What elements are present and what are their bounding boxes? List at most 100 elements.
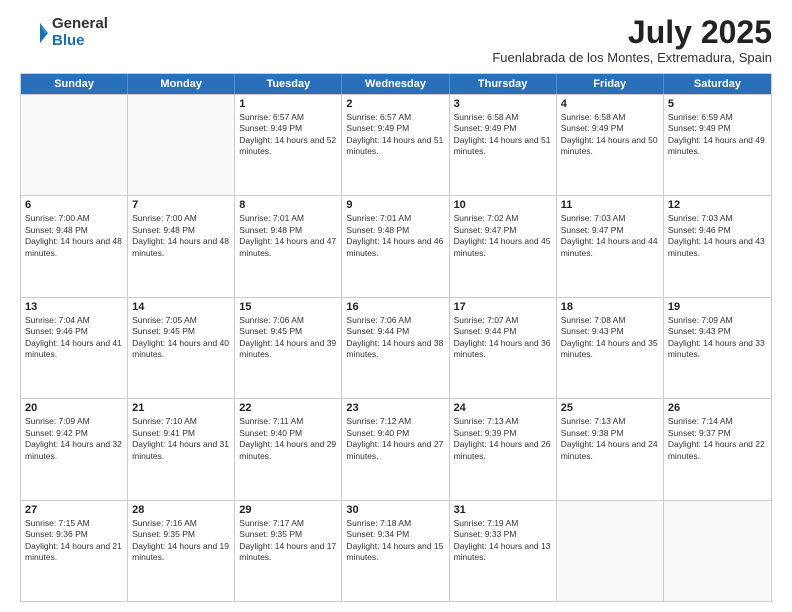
calendar-row-5: 27 Sunrise: 7:15 AM Sunset: 9:36 PM Dayli… bbox=[21, 500, 771, 601]
day-number: 21 bbox=[132, 402, 230, 414]
day-cell-3: 3 Sunrise: 6:58 AM Sunset: 9:49 PM Daylig… bbox=[450, 95, 557, 195]
day-info: Sunrise: 7:08 AM Sunset: 9:43 PM Dayligh… bbox=[561, 315, 659, 361]
day-info: Sunrise: 7:00 AM Sunset: 9:48 PM Dayligh… bbox=[25, 213, 123, 259]
day-cell-22: 22Sunrise: 7:11 AM Sunset: 9:40 PM Dayli… bbox=[235, 399, 342, 499]
day-number: 10 bbox=[454, 199, 552, 211]
day-info: Sunrise: 7:05 AM Sunset: 9:45 PM Dayligh… bbox=[132, 315, 230, 361]
day-number: 31 bbox=[454, 504, 552, 516]
day-number: 8 bbox=[239, 199, 337, 211]
day-cell-31: 31Sunrise: 7:19 AM Sunset: 9:33 PM Dayli… bbox=[450, 501, 557, 601]
logo-icon bbox=[20, 19, 48, 47]
day-info: Sunrise: 7:00 AM Sunset: 9:48 PM Dayligh… bbox=[132, 213, 230, 259]
header-day-wednesday: Wednesday bbox=[342, 74, 449, 94]
day-info: Sunrise: 7:01 AM Sunset: 9:48 PM Dayligh… bbox=[346, 213, 444, 259]
day-cell-17: 17 Sunrise: 7:07 AM Sunset: 9:44 PM Dayli… bbox=[450, 298, 557, 398]
day-cell-7: 7 Sunrise: 7:00 AM Sunset: 9:48 PM Daylig… bbox=[128, 196, 235, 296]
calendar-header: SundayMondayTuesdayWednesdayThursdayFrid… bbox=[21, 74, 771, 94]
day-number: 19 bbox=[668, 301, 767, 313]
empty-cell bbox=[21, 95, 128, 195]
day-number: 26 bbox=[668, 402, 767, 414]
empty-cell bbox=[557, 501, 664, 601]
day-cell-29: 29Sunrise: 7:17 AM Sunset: 9:35 PM Dayli… bbox=[235, 501, 342, 601]
day-cell-15: 15Sunrise: 7:06 AM Sunset: 9:45 PM Dayli… bbox=[235, 298, 342, 398]
calendar-page: General Blue July 2025 Fuenlabrada de lo… bbox=[0, 0, 792, 612]
day-cell-20: 20Sunrise: 7:09 AM Sunset: 9:42 PM Dayli… bbox=[21, 399, 128, 499]
day-number: 7 bbox=[132, 199, 230, 211]
day-info: Sunrise: 6:59 AM Sunset: 9:49 PM Dayligh… bbox=[668, 112, 767, 158]
header-day-monday: Monday bbox=[128, 74, 235, 94]
day-number: 1 bbox=[239, 98, 337, 110]
logo: General Blue bbox=[20, 16, 108, 49]
day-info: Sunrise: 7:15 AM Sunset: 9:36 PM Dayligh… bbox=[25, 518, 123, 564]
day-info: Sunrise: 7:17 AM Sunset: 9:35 PM Dayligh… bbox=[239, 518, 337, 564]
day-info: Sunrise: 7:13 AM Sunset: 9:39 PM Dayligh… bbox=[454, 416, 552, 462]
day-number: 14 bbox=[132, 301, 230, 313]
day-info: Sunrise: 7:14 AM Sunset: 9:37 PM Dayligh… bbox=[668, 416, 767, 462]
logo-text: General Blue bbox=[52, 16, 108, 49]
day-info: Sunrise: 7:03 AM Sunset: 9:46 PM Dayligh… bbox=[668, 213, 767, 259]
day-number: 12 bbox=[668, 199, 767, 211]
day-cell-4: 4 Sunrise: 6:58 AM Sunset: 9:49 PM Daylig… bbox=[557, 95, 664, 195]
day-cell-13: 13Sunrise: 7:04 AM Sunset: 9:46 PM Dayli… bbox=[21, 298, 128, 398]
day-cell-1: 1 Sunrise: 6:57 AM Sunset: 9:49 PM Daylig… bbox=[235, 95, 342, 195]
day-info: Sunrise: 7:12 AM Sunset: 9:40 PM Dayligh… bbox=[346, 416, 444, 462]
day-info: Sunrise: 6:57 AM Sunset: 9:49 PM Dayligh… bbox=[346, 112, 444, 158]
day-info: Sunrise: 7:01 AM Sunset: 9:48 PM Dayligh… bbox=[239, 213, 337, 259]
day-info: Sunrise: 7:06 AM Sunset: 9:44 PM Dayligh… bbox=[346, 315, 444, 361]
day-number: 28 bbox=[132, 504, 230, 516]
day-cell-16: 16 Sunrise: 7:06 AM Sunset: 9:44 PM Dayli… bbox=[342, 298, 449, 398]
day-cell-10: 10 Sunrise: 7:02 AM Sunset: 9:47 PM Dayli… bbox=[450, 196, 557, 296]
calendar-row-4: 20Sunrise: 7:09 AM Sunset: 9:42 PM Dayli… bbox=[21, 398, 771, 499]
day-number: 11 bbox=[561, 199, 659, 211]
day-info: Sunrise: 7:09 AM Sunset: 9:42 PM Dayligh… bbox=[25, 416, 123, 462]
day-info: Sunrise: 6:58 AM Sunset: 9:49 PM Dayligh… bbox=[561, 112, 659, 158]
day-cell-23: 23 Sunrise: 7:12 AM Sunset: 9:40 PM Dayli… bbox=[342, 399, 449, 499]
header: General Blue July 2025 Fuenlabrada de lo… bbox=[20, 16, 772, 65]
day-cell-8: 8 Sunrise: 7:01 AM Sunset: 9:48 PM Daylig… bbox=[235, 196, 342, 296]
title-month: July 2025 bbox=[492, 16, 772, 48]
day-number: 9 bbox=[346, 199, 444, 211]
day-cell-12: 12 Sunrise: 7:03 AM Sunset: 9:46 PM Dayli… bbox=[664, 196, 771, 296]
logo-general: General bbox=[52, 16, 108, 33]
day-info: Sunrise: 7:16 AM Sunset: 9:35 PM Dayligh… bbox=[132, 518, 230, 564]
day-number: 6 bbox=[25, 199, 123, 211]
day-info: Sunrise: 7:02 AM Sunset: 9:47 PM Dayligh… bbox=[454, 213, 552, 259]
day-info: Sunrise: 6:57 AM Sunset: 9:49 PM Dayligh… bbox=[239, 112, 337, 158]
calendar: SundayMondayTuesdayWednesdayThursdayFrid… bbox=[20, 73, 772, 602]
title-location: Fuenlabrada de los Montes, Extremadura, … bbox=[492, 50, 772, 65]
day-cell-25: 25Sunrise: 7:13 AM Sunset: 9:38 PM Dayli… bbox=[557, 399, 664, 499]
day-info: Sunrise: 7:18 AM Sunset: 9:34 PM Dayligh… bbox=[346, 518, 444, 564]
day-number: 4 bbox=[561, 98, 659, 110]
day-number: 13 bbox=[25, 301, 123, 313]
header-day-sunday: Sunday bbox=[21, 74, 128, 94]
day-number: 3 bbox=[454, 98, 552, 110]
day-number: 25 bbox=[561, 402, 659, 414]
calendar-row-1: 1 Sunrise: 6:57 AM Sunset: 9:49 PM Daylig… bbox=[21, 94, 771, 195]
day-number: 27 bbox=[25, 504, 123, 516]
day-info: Sunrise: 7:06 AM Sunset: 9:45 PM Dayligh… bbox=[239, 315, 337, 361]
day-info: Sunrise: 7:07 AM Sunset: 9:44 PM Dayligh… bbox=[454, 315, 552, 361]
header-day-tuesday: Tuesday bbox=[235, 74, 342, 94]
day-cell-9: 9 Sunrise: 7:01 AM Sunset: 9:48 PM Daylig… bbox=[342, 196, 449, 296]
day-cell-27: 27 Sunrise: 7:15 AM Sunset: 9:36 PM Dayli… bbox=[21, 501, 128, 601]
day-info: Sunrise: 6:58 AM Sunset: 9:49 PM Dayligh… bbox=[454, 112, 552, 158]
calendar-row-2: 6 Sunrise: 7:00 AM Sunset: 9:48 PM Daylig… bbox=[21, 195, 771, 296]
day-number: 22 bbox=[239, 402, 337, 414]
day-cell-28: 28 Sunrise: 7:16 AM Sunset: 9:35 PM Dayli… bbox=[128, 501, 235, 601]
day-number: 24 bbox=[454, 402, 552, 414]
calendar-row-3: 13Sunrise: 7:04 AM Sunset: 9:46 PM Dayli… bbox=[21, 297, 771, 398]
day-number: 30 bbox=[346, 504, 444, 516]
header-day-friday: Friday bbox=[557, 74, 664, 94]
day-cell-6: 6 Sunrise: 7:00 AM Sunset: 9:48 PM Daylig… bbox=[21, 196, 128, 296]
day-number: 17 bbox=[454, 301, 552, 313]
day-cell-26: 26 Sunrise: 7:14 AM Sunset: 9:37 PM Dayli… bbox=[664, 399, 771, 499]
day-number: 16 bbox=[346, 301, 444, 313]
day-cell-21: 21Sunrise: 7:10 AM Sunset: 9:41 PM Dayli… bbox=[128, 399, 235, 499]
day-info: Sunrise: 7:03 AM Sunset: 9:47 PM Dayligh… bbox=[561, 213, 659, 259]
day-cell-19: 19Sunrise: 7:09 AM Sunset: 9:43 PM Dayli… bbox=[664, 298, 771, 398]
day-cell-24: 24 Sunrise: 7:13 AM Sunset: 9:39 PM Dayli… bbox=[450, 399, 557, 499]
day-cell-11: 11 Sunrise: 7:03 AM Sunset: 9:47 PM Dayli… bbox=[557, 196, 664, 296]
calendar-body: 1 Sunrise: 6:57 AM Sunset: 9:49 PM Daylig… bbox=[21, 94, 771, 601]
day-number: 23 bbox=[346, 402, 444, 414]
header-day-thursday: Thursday bbox=[450, 74, 557, 94]
